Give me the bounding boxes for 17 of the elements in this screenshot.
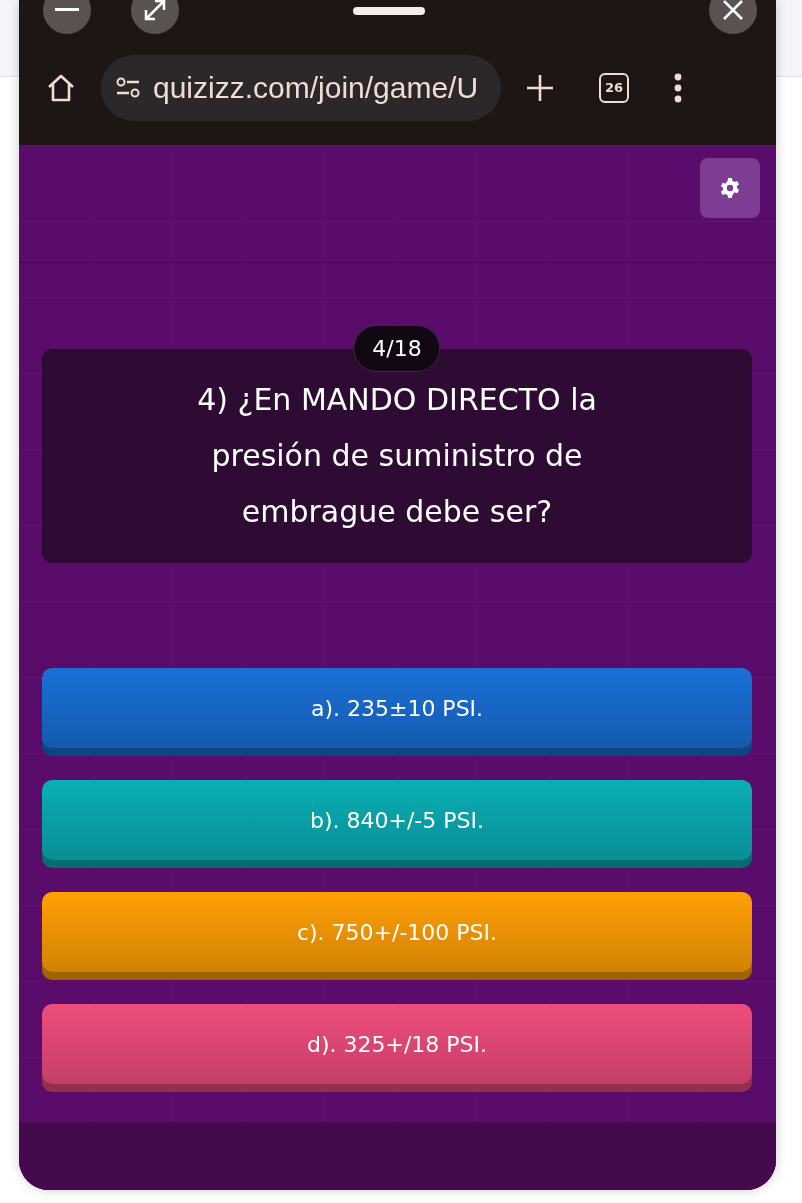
minimize-icon	[55, 8, 79, 12]
settings-icon	[719, 177, 741, 199]
address-bar[interactable]: quizizz.com/join/game/U	[101, 54, 501, 121]
resize-button[interactable]	[131, 0, 179, 34]
plus-icon[interactable]	[525, 72, 555, 103]
url-text: quizizz.com/join/game/U	[153, 70, 479, 105]
close-icon	[722, 0, 744, 21]
close-button[interactable]	[709, 0, 757, 34]
drag-handle[interactable]	[353, 7, 425, 15]
minimize-button[interactable]	[43, 0, 91, 34]
tab-count-button[interactable]: 26	[599, 72, 629, 103]
site-settings-icon	[115, 75, 141, 100]
settings-button[interactable]	[700, 158, 760, 218]
menu-icon[interactable]	[673, 72, 683, 103]
question-counter: 4/18	[353, 325, 441, 372]
question-text: 4) ¿En MANDO DIRECTO la presión de suministro de embrague debe ser?	[196, 381, 598, 531]
expand-icon	[143, 0, 167, 22]
